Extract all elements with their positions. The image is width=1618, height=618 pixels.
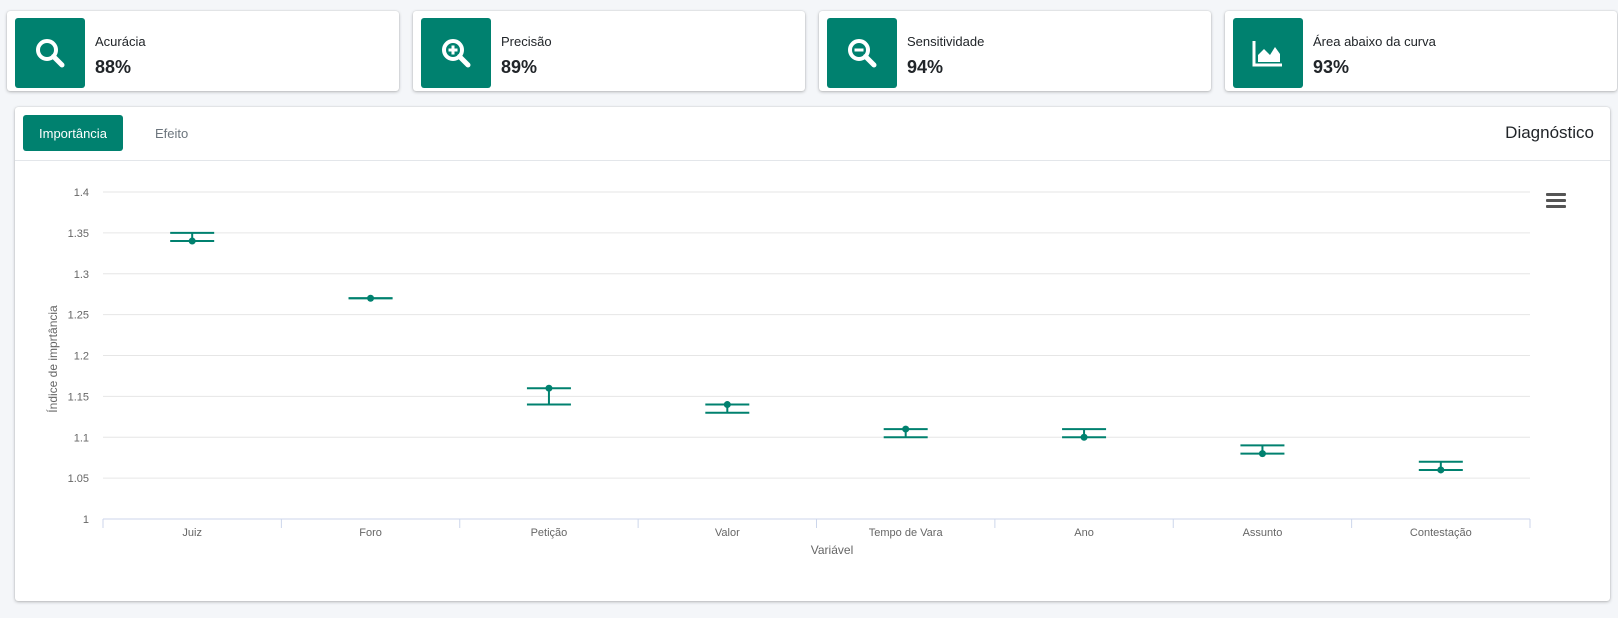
- data-point: [723, 401, 731, 409]
- data-point: [367, 294, 375, 302]
- data-point: [1258, 450, 1266, 458]
- data-point: [545, 384, 553, 392]
- x-tick-label: Assunto: [1243, 527, 1283, 539]
- x-tick-label: Juiz: [182, 527, 202, 539]
- kpi-label: Área abaixo da curva: [1313, 34, 1436, 49]
- data-point: [902, 425, 910, 433]
- y-tick-label: 1.3: [74, 269, 89, 281]
- kpi-value: 94%: [907, 57, 944, 77]
- kpi-value: 89%: [501, 57, 538, 77]
- grid-layer: [103, 191, 1530, 479]
- y-tick-label: 1.25: [68, 310, 89, 322]
- kpi-value: 93%: [1313, 57, 1350, 77]
- card-header: Importância Efeito Diagnóstico: [15, 107, 1610, 161]
- axis-layer: 1 1.05 1.1 1.15 1.2 1.25 1.3 1.35 1.4 Juiz Foro Pet…: [68, 187, 1531, 539]
- x-tick-label: Ano: [1074, 527, 1094, 539]
- kpi-value: 88%: [95, 57, 132, 77]
- tab-importancia[interactable]: Importância: [23, 115, 123, 151]
- x-tick-label: Contestação: [1410, 527, 1472, 539]
- y-tick-label: 1.2: [74, 351, 89, 363]
- x-tick-label: Petição: [531, 527, 568, 539]
- kpi-label: Acurácia: [95, 34, 146, 49]
- tab-efeito[interactable]: Efeito: [139, 115, 204, 151]
- y-axis-title: Índice de imprtância: [45, 305, 60, 413]
- data-point: [1080, 433, 1088, 441]
- y-tick-label: 1: [83, 514, 89, 526]
- kpi-card-precision: Precisão 89%: [413, 11, 805, 91]
- x-tick-label: Foro: [359, 527, 382, 539]
- data-point: [1437, 466, 1445, 474]
- kpi-card-auc: Área abaixo da curva 93%: [1225, 11, 1617, 91]
- diagnostic-card: Importância Efeito Diagnóstico 1 1.05 1.1 1…: [15, 107, 1610, 601]
- y-tick-label: 1.1: [74, 432, 89, 444]
- x-tick-label: Valor: [715, 527, 740, 539]
- card-title: Diagnóstico: [1505, 123, 1594, 142]
- kpi-card-accuracy: Acurácia 88%: [7, 11, 399, 91]
- area-chart-icon: [1233, 18, 1303, 88]
- chart-menu-icon[interactable]: [1546, 193, 1566, 211]
- x-axis-title: Variável: [811, 543, 853, 557]
- zoom-in-icon: [421, 18, 491, 88]
- kpi-card-sensitivity: Sensitividade 94%: [819, 11, 1211, 91]
- kpi-label: Precisão: [501, 34, 552, 49]
- importance-chart: 1 1.05 1.1 1.15 1.2 1.25 1.3 1.35 1.4 Juiz Foro Pet…: [15, 162, 1610, 601]
- x-tick-label: Tempo de Vara: [869, 527, 944, 539]
- kpi-label: Sensitividade: [907, 34, 985, 49]
- search-icon: [15, 18, 85, 88]
- y-tick-label: 1.05: [68, 473, 89, 485]
- y-tick-label: 1.15: [68, 391, 89, 403]
- zoom-out-icon: [827, 18, 897, 88]
- y-tick-label: 1.35: [68, 228, 89, 240]
- data-point: [188, 237, 196, 245]
- chart-svg: 1 1.05 1.1 1.15 1.2 1.25 1.3 1.35 1.4 Juiz Foro Pet…: [45, 187, 1531, 557]
- y-tick-label: 1.4: [74, 187, 89, 199]
